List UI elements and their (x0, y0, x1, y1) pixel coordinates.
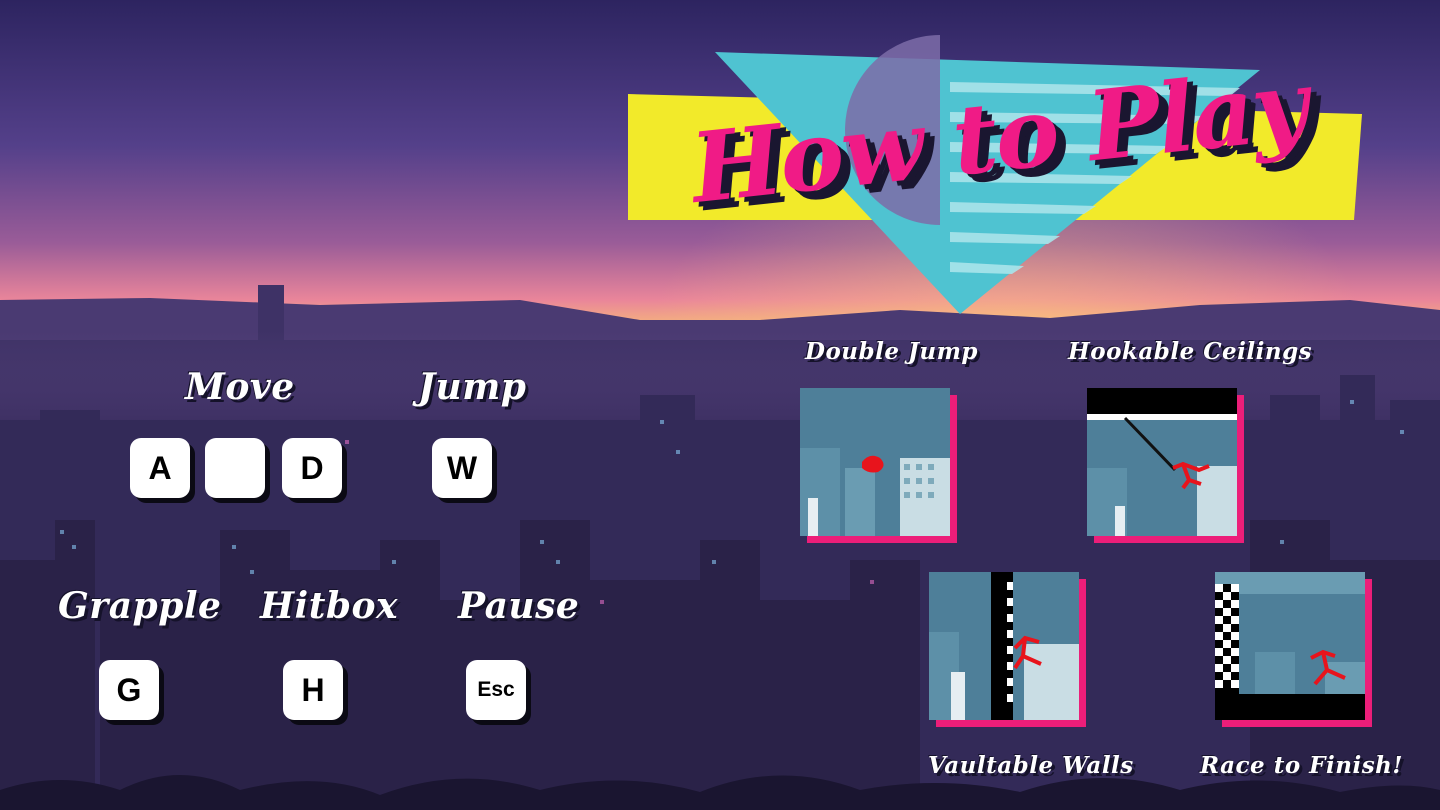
grapple-label: Grapple (58, 585, 222, 627)
key-g: G (99, 660, 159, 720)
key-a: A (130, 438, 190, 498)
hitbox-label: Hitbox (260, 585, 398, 627)
move-label: Move (185, 366, 295, 408)
vaultable-walls-preview (929, 572, 1079, 720)
pause-label: Pause (458, 585, 580, 627)
double-jump-label: Double Jump (805, 338, 978, 365)
double-jump-preview (800, 388, 950, 536)
key-w: W (432, 438, 492, 498)
key-d: D (282, 438, 342, 498)
key-s (205, 438, 265, 498)
race-to-finish-label: Race to Finish! (1200, 752, 1403, 779)
race-to-finish-preview (1215, 572, 1365, 720)
key-esc: Esc (466, 660, 526, 720)
checkered-flag (1215, 584, 1239, 694)
jump-label: Jump (418, 366, 527, 408)
vaultable-walls-label: Vaultable Walls (928, 752, 1134, 779)
hookable-ceilings-preview (1087, 388, 1237, 536)
key-h: H (283, 660, 343, 720)
hookable-ceilings-label: Hookable Ceilings (1068, 338, 1313, 365)
